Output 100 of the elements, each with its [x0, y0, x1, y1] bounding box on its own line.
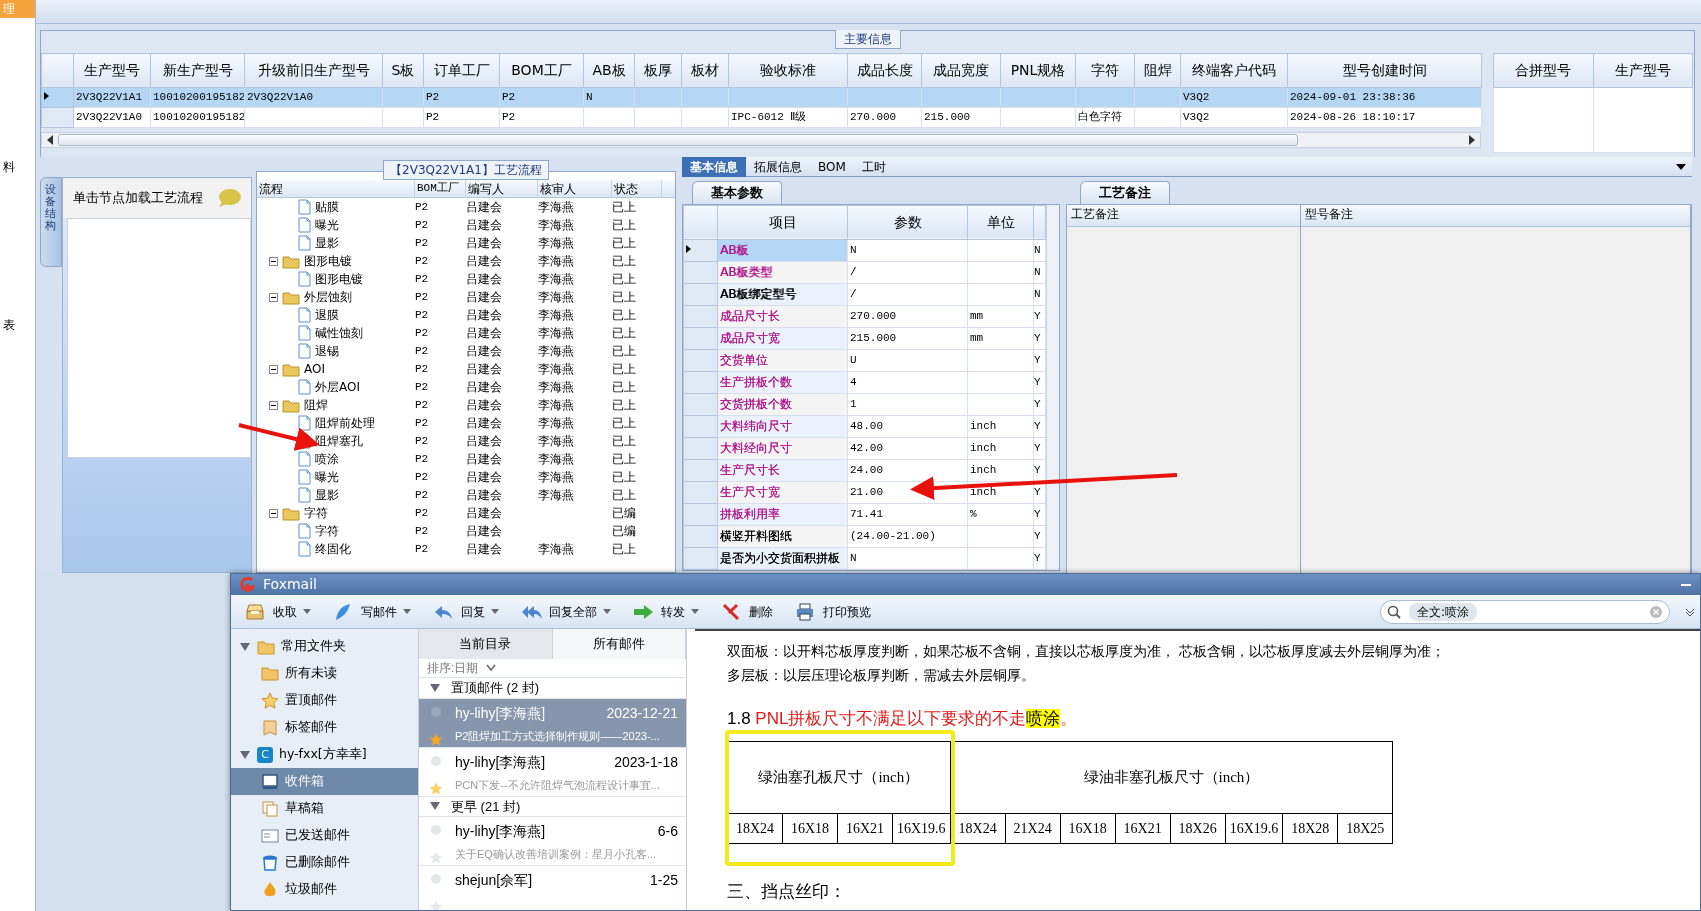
collapse-toggle[interactable] [269, 364, 278, 374]
tree-node[interactable]: 曝光 [315, 468, 339, 486]
message-item[interactable]: hy-lihy[李海燕] 2023-1-18 PCN下发--不允许阻焊气泡流程设计事宜... [419, 747, 686, 797]
tree-node[interactable]: 外层AOI [315, 378, 360, 396]
column-header[interactable]: 生产型号 [73, 53, 151, 88]
drafts-icon [261, 799, 279, 818]
tree-node[interactable]: 阻焊 [304, 396, 328, 414]
sidebar-item[interactable]: 表 [0, 316, 35, 334]
column-header[interactable]: 生产型号 [1593, 53, 1693, 88]
tree-node[interactable]: 外层蚀刻 [304, 288, 352, 306]
toolbar-button[interactable]: 删除 [717, 599, 777, 624]
toolbar-button[interactable]: 打印预览 [791, 599, 875, 624]
expand-arrow-icon[interactable] [239, 641, 251, 652]
folder-item[interactable]: 已发送邮件 [285, 826, 350, 845]
tab[interactable]: 所有邮件 [552, 629, 686, 660]
tab[interactable]: BOM [810, 157, 854, 177]
column-header[interactable]: 订单工厂 [423, 53, 500, 88]
column-header[interactable]: BOM工厂 [499, 53, 584, 88]
toolbar-button[interactable]: 收取 [241, 599, 315, 624]
column-header[interactable]: 验收标准 [728, 53, 848, 88]
folder-item[interactable]: 草稿箱 [285, 799, 324, 818]
folder-item[interactable]: 标签邮件 [285, 718, 337, 737]
tree-node[interactable]: 阻焊前处理 [315, 414, 375, 432]
collapse-toggle[interactable] [269, 292, 278, 302]
message-item[interactable]: hy-lihy[李海燕] 6-6 关于EQ确认改善培训案例：星月小孔客... [419, 817, 686, 867]
folder-item[interactable]: 置顶邮件 [285, 691, 337, 710]
tab[interactable]: 当前目录 [419, 629, 553, 660]
sidebar-item[interactable]: 料 [0, 158, 35, 176]
expand-arrow-icon[interactable] [239, 749, 251, 760]
tree-node[interactable]: 字符 [304, 504, 328, 522]
dropdown-caret-icon[interactable] [1676, 163, 1686, 170]
expand-arrow-icon[interactable] [429, 801, 441, 812]
search-field[interactable]: 全文:喷涂 [1380, 599, 1670, 624]
chevron-icon[interactable] [486, 664, 497, 673]
column-header[interactable]: 合拼型号 [1493, 53, 1593, 88]
folder-group[interactable]: hy-fxx[方幸幸] [279, 745, 367, 764]
column-header[interactable]: 型号备注 [1301, 204, 1690, 227]
column-header[interactable]: 成品宽度 [921, 53, 1001, 88]
collapse-toggle[interactable] [269, 400, 278, 410]
toolbar-button[interactable]: 回复全部 [517, 599, 615, 624]
folder-item[interactable]: 垃圾邮件 [285, 880, 337, 899]
column-header[interactable]: 新生产型号 [150, 53, 245, 88]
tree-node[interactable]: 碱性蚀刻 [315, 324, 363, 342]
toolbar-button[interactable]: 回复 [429, 599, 503, 624]
column-header[interactable]: 阻焊 [1134, 53, 1181, 88]
horizontal-scrollbar[interactable] [41, 132, 1481, 148]
file-icon [297, 379, 311, 395]
sort-dropdown[interactable]: 排序:日期 [427, 659, 479, 678]
folder-item[interactable]: 已删除邮件 [285, 853, 350, 872]
tree-node[interactable]: 退膜 [315, 306, 339, 324]
column-header[interactable]: PNL规格 [1000, 53, 1076, 88]
expand-arrow-icon[interactable] [429, 682, 441, 693]
tab[interactable]: 基本参数 [692, 181, 782, 204]
toolbar-button[interactable]: 写邮件 [329, 599, 415, 624]
tab[interactable]: 基本信息 [682, 157, 746, 177]
message-item[interactable]: shejun[佘军] 1-25 [419, 866, 686, 910]
tree-node[interactable]: 图形电镀 [304, 252, 352, 270]
column-header[interactable]: AB板 [583, 53, 635, 88]
tree-node[interactable]: AOI [304, 360, 325, 378]
column-header[interactable]: 工艺备注 [1067, 204, 1300, 227]
column-header[interactable]: BOM工厂 [415, 180, 466, 198]
folder-group[interactable]: 常用文件夹 [281, 637, 346, 656]
tab[interactable]: 拓展信息 [746, 157, 810, 177]
tree-node[interactable]: 字符 [315, 522, 339, 540]
column-header[interactable]: 字符 [1075, 53, 1135, 88]
tab[interactable]: 工时 [853, 157, 894, 177]
side-tab[interactable]: 设备结构 [40, 177, 62, 267]
column-header[interactable]: 编写人 [466, 180, 538, 198]
column-header[interactable]: 项目 [717, 205, 848, 239]
column-header[interactable]: S板 [382, 53, 424, 88]
tree-node[interactable]: 贴膜 [315, 198, 339, 216]
collapse-toggle[interactable] [269, 256, 278, 266]
column-header[interactable]: 终端客户代码 [1180, 53, 1288, 88]
group-header[interactable]: 更早 (21 封) [451, 796, 521, 817]
collapse-toggle[interactable] [269, 508, 278, 518]
subject: PCN下发--不允许阻焊气泡流程设计事宜... [455, 777, 661, 793]
tree-node[interactable]: 终固化 [315, 540, 351, 558]
tree-node[interactable]: 喷涂 [315, 450, 339, 468]
column-header[interactable]: 升级前旧生产型号 [244, 53, 383, 88]
folder-item[interactable]: 所有未读 [285, 664, 337, 683]
tree-node[interactable]: 退锡 [315, 342, 339, 360]
column-header[interactable]: 单位 [967, 205, 1034, 239]
column-header[interactable]: 核审人 [538, 180, 612, 198]
tree-node[interactable]: 显影 [315, 486, 339, 504]
tab[interactable]: 工艺备注 [1080, 181, 1170, 204]
column-header[interactable]: 状态 [612, 180, 662, 198]
toolbar-button[interactable]: 转发 [629, 599, 703, 624]
search-token[interactable]: 全文:喷涂 [1409, 602, 1478, 621]
tree-node[interactable]: 曝光 [315, 216, 339, 234]
column-header[interactable]: 参数 [847, 205, 968, 239]
column-header[interactable]: 板厚 [634, 53, 682, 88]
column-header[interactable]: 流程 [257, 180, 415, 198]
column-header[interactable]: 板材 [681, 53, 729, 88]
column-header[interactable]: 成品长度 [847, 53, 922, 88]
tree-node[interactable]: 显影 [315, 234, 339, 252]
column-header[interactable]: 型号创建时间 [1287, 53, 1482, 88]
folder-item[interactable]: 收件箱 [285, 772, 324, 791]
vertical-scrollbar[interactable] [1046, 204, 1059, 570]
tree-node[interactable]: 图形电镀 [315, 270, 363, 288]
group-header[interactable]: 置顶邮件 (2 封) [451, 678, 540, 698]
